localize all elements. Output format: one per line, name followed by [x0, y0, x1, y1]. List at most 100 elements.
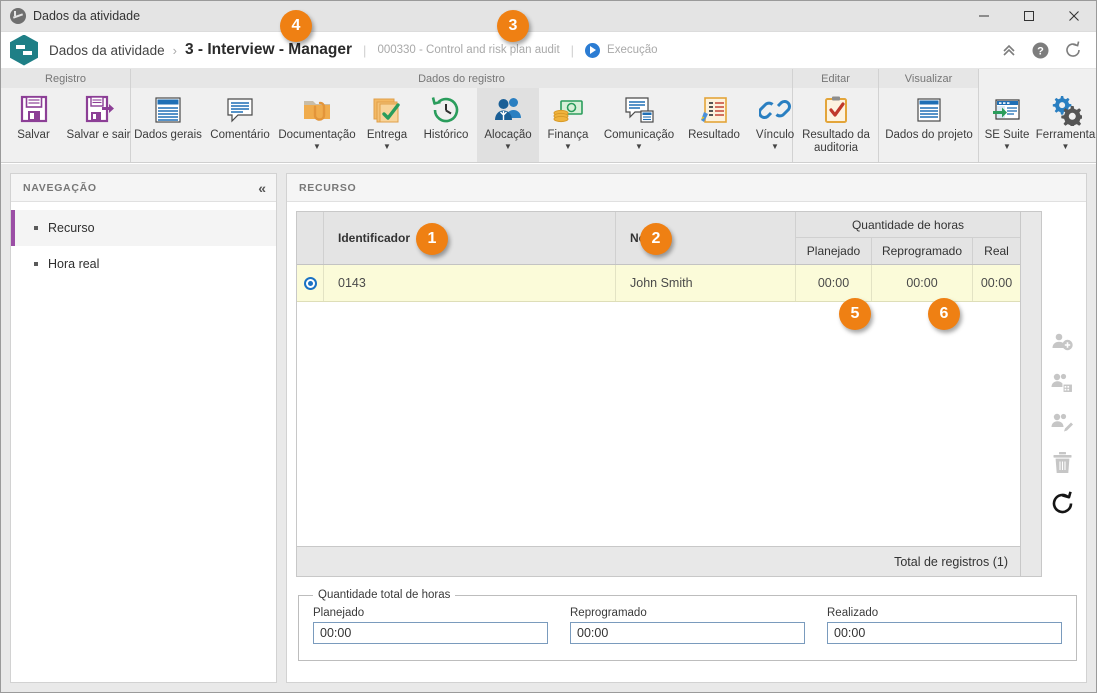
- chevron-down-icon[interactable]: ▼: [1003, 143, 1011, 151]
- sidebar-item-hora-real[interactable]: Hora real: [11, 246, 276, 282]
- column-header-planejado[interactable]: Planejado: [796, 238, 872, 264]
- column-header-real[interactable]: Real: [973, 238, 1020, 264]
- chevron-down-icon[interactable]: ▼: [564, 143, 572, 151]
- chevron-down-icon[interactable]: ▼: [771, 143, 779, 151]
- field-label-reprogramado: Reprogramado: [570, 607, 647, 619]
- save-icon: [17, 92, 51, 126]
- minimize-button[interactable]: [961, 1, 1006, 32]
- ribbon-label-entrega: Entrega: [366, 129, 408, 141]
- play-circle-icon: [585, 42, 601, 58]
- ribbon-button-dados-gerais[interactable]: Dados gerais: [131, 88, 205, 162]
- resource-grid: Identificador Nome Quantidade de horas: [296, 211, 1020, 577]
- help-icon[interactable]: ?: [1032, 42, 1049, 59]
- field-label-realizado: Realizado: [827, 607, 879, 619]
- ribbon-label-se-suite: SE Suite: [984, 129, 1030, 141]
- grid-vertical-scrollbar[interactable]: [1020, 211, 1042, 577]
- add-resource-icon[interactable]: [1050, 331, 1074, 355]
- ribbon-button-resultado[interactable]: Resultado: [681, 88, 747, 162]
- ribbon-label-comentario: Comentário: [210, 129, 270, 141]
- refresh-grid-icon[interactable]: [1050, 491, 1075, 516]
- ribbon-button-se-suite[interactable]: SE Suite ▼: [979, 88, 1035, 162]
- column-header-reprogramado[interactable]: Reprogramado: [872, 238, 973, 264]
- chevron-down-icon[interactable]: ▼: [1062, 143, 1070, 151]
- cell-planejado: 00:00: [796, 265, 872, 301]
- total-reprogramado-input[interactable]: [570, 622, 805, 644]
- navigation-header: NAVEGAÇÃO «: [11, 174, 276, 202]
- total-hours-fieldset: Quantidade total de horas Planejado Repr…: [298, 589, 1077, 661]
- delete-icon[interactable]: [1051, 451, 1074, 475]
- ribbon-label-historico: Histórico: [423, 129, 469, 141]
- ribbon-button-comentario[interactable]: Comentário: [205, 88, 275, 162]
- history-icon: [430, 92, 462, 126]
- breadcrumb-separator-icon: ›: [172, 42, 177, 58]
- collapse-ribbon-icon[interactable]: [1001, 42, 1017, 58]
- close-button[interactable]: [1051, 1, 1096, 32]
- total-hours-legend: Quantidade total de horas: [318, 589, 451, 601]
- annotation-badge-4: 4: [280, 10, 312, 42]
- svg-text:?: ?: [1037, 45, 1044, 57]
- app-logo-icon: [10, 34, 38, 66]
- cell-real: 00:00: [980, 276, 1013, 290]
- ribbon-button-documentacao[interactable]: Documentação ▼: [275, 88, 359, 162]
- resource-edit-icon[interactable]: [1050, 411, 1074, 435]
- ribbon-button-dados-do-projeto[interactable]: Dados do projeto: [879, 88, 979, 162]
- ribbon-group-label-registro: Registro: [1, 69, 131, 88]
- ribbon-button-salvar[interactable]: Salvar: [1, 88, 66, 162]
- title-bar: Dados da atividade: [1, 1, 1096, 32]
- chevron-down-icon[interactable]: ▼: [635, 143, 643, 151]
- breadcrumb-current: 3 - Interview - Manager: [184, 41, 353, 58]
- ribbon-label-dados-gerais: Dados gerais: [134, 129, 202, 141]
- ribbon-label-vinculo: Vínculo: [755, 129, 795, 141]
- status-label: Execução: [607, 44, 658, 56]
- navigation-title: NAVEGAÇÃO: [23, 181, 97, 194]
- ribbon-button-comunicacao[interactable]: Comunicação ▼: [597, 88, 681, 162]
- resource-schedule-icon[interactable]: [1050, 371, 1074, 395]
- double-chevron-left-icon[interactable]: «: [258, 180, 266, 196]
- total-realizado-input[interactable]: [827, 622, 1062, 644]
- sidebar-item-recurso[interactable]: Recurso: [11, 210, 276, 246]
- ribbon-label-comunicacao: Comunicação: [603, 129, 675, 141]
- ribbon-label-salvar-e-sair: Salvar e sair: [66, 129, 131, 141]
- se-suite-icon: [991, 92, 1023, 126]
- sidebar-item-label: Hora real: [48, 257, 100, 271]
- annotation-badge-1: 1: [416, 223, 448, 255]
- breadcrumb-root[interactable]: Dados da atividade: [49, 43, 165, 58]
- ribbon-group-labels: Registro Dados do registro Editar Visual…: [1, 69, 1096, 88]
- row-select-cell[interactable]: [297, 265, 324, 301]
- ribbon-group-label-visualizar: Visualizar: [879, 69, 979, 88]
- ribbon-button-entrega[interactable]: Entrega ▼: [359, 88, 415, 162]
- ribbon-button-resultado-da-auditoria[interactable]: Resultado da auditoria: [793, 88, 879, 162]
- ribbon-button-alocacao[interactable]: Alocação ▼: [477, 88, 539, 162]
- result-icon: [698, 92, 730, 126]
- ribbon-label-salvar: Salvar: [17, 129, 50, 141]
- ribbon-label-ferramenta: Ferramenta: [1035, 129, 1096, 141]
- ribbon-group-label-editar: Editar: [793, 69, 879, 88]
- total-planejado-input[interactable]: [313, 622, 548, 644]
- refresh-icon[interactable]: [1064, 41, 1082, 59]
- row-radio-button[interactable]: [303, 276, 317, 290]
- column-group-label: Quantidade de horas: [796, 212, 1020, 238]
- ribbon-label-dados-do-projeto: Dados do projeto: [885, 129, 973, 141]
- comment-icon: [224, 92, 256, 126]
- table-row[interactable]: 0143 John Smith 00:00 00:00 00:00: [297, 265, 1020, 302]
- total-hours-fields: Planejado Reprogramado Realizado: [313, 607, 1062, 644]
- header-divider-2: |: [570, 42, 575, 58]
- cell-identificador: 0143: [324, 265, 616, 301]
- finance-icon: [552, 92, 584, 126]
- ribbon-label-alocacao: Alocação: [484, 129, 532, 141]
- ribbon-button-financa[interactable]: Finança ▼: [539, 88, 597, 162]
- chevron-down-icon[interactable]: ▼: [383, 143, 391, 151]
- chevron-down-icon[interactable]: ▼: [313, 143, 321, 151]
- ribbon-button-salvar-e-sair[interactable]: Salvar e sair: [66, 88, 131, 162]
- chevron-down-icon[interactable]: ▼: [504, 143, 512, 151]
- field-reprogramado: Reprogramado: [570, 607, 805, 644]
- main-panel: RECURSO Identificador Quantidade de hora…: [286, 173, 1087, 683]
- link-icon: [759, 92, 791, 126]
- field-planejado: Planejado: [313, 607, 548, 644]
- resource-grid-wrapper: Identificador Nome Quantidade de horas: [296, 211, 1042, 577]
- column-header-identificador[interactable]: Identificador: [324, 212, 616, 264]
- maximize-button[interactable]: [1006, 1, 1051, 32]
- delivery-icon: [371, 92, 403, 126]
- ribbon-button-historico[interactable]: Histórico: [415, 88, 477, 162]
- ribbon-button-ferramenta[interactable]: Ferramenta ▼: [1035, 88, 1096, 162]
